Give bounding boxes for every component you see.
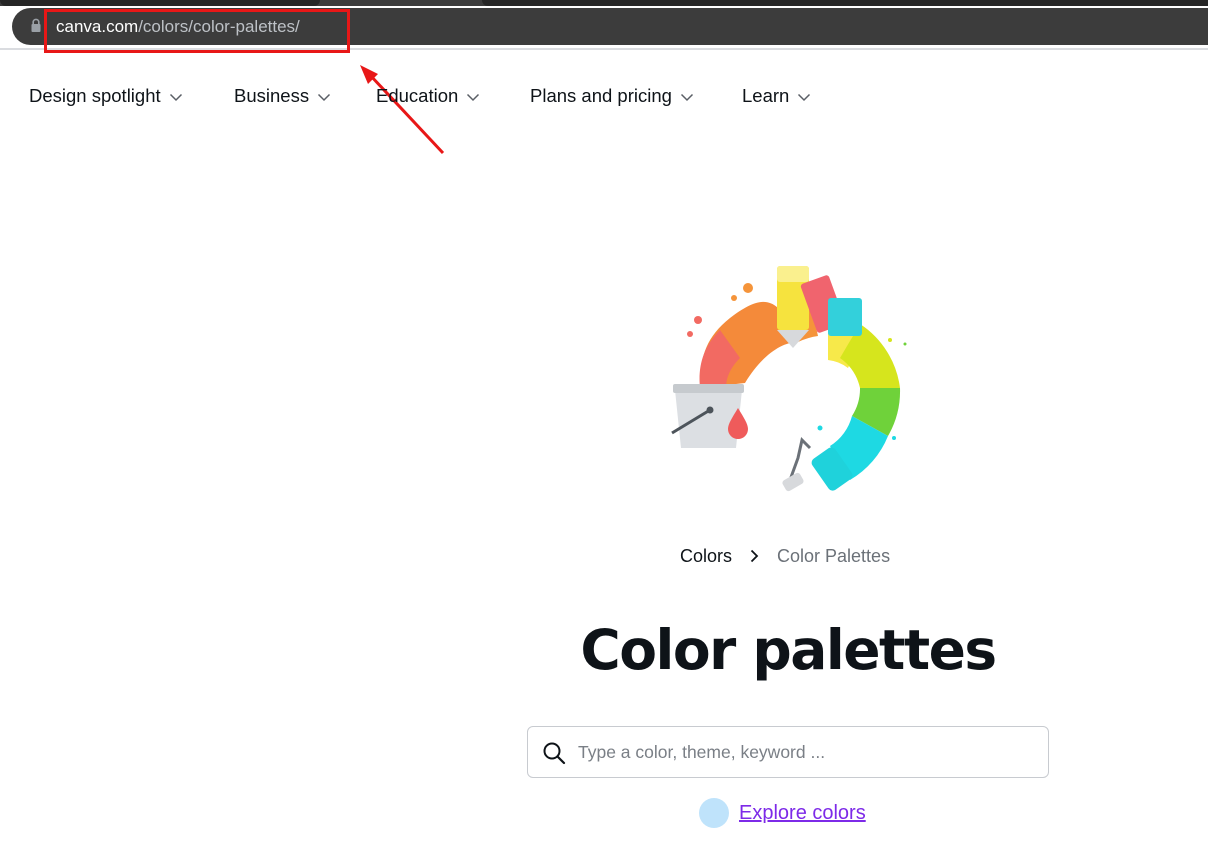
nav-item-business[interactable]: Business xyxy=(234,78,331,114)
breadcrumb-current: Color Palettes xyxy=(777,545,891,566)
highlight-box xyxy=(44,9,350,53)
color-dot-icon xyxy=(699,798,729,828)
breadcrumb: Colors Color Palettes xyxy=(680,543,890,569)
chevron-down-icon xyxy=(169,93,182,102)
nav-item-label: Plans and pricing xyxy=(530,85,672,106)
chevron-down-icon xyxy=(798,93,811,102)
breadcrumb-colors-link[interactable]: Colors xyxy=(680,546,732,567)
search-input[interactable] xyxy=(578,727,1038,777)
color-palette-illustration xyxy=(671,266,907,492)
chevron-right-icon xyxy=(750,549,759,563)
lock-icon xyxy=(31,18,41,32)
chevron-down-icon xyxy=(680,93,693,102)
nav-item-label: Learn xyxy=(742,85,790,106)
nav-item-label: Business xyxy=(234,85,310,106)
browser-tab[interactable] xyxy=(0,0,320,6)
nav-item-label: Design spotlight xyxy=(29,85,161,106)
page-title: Color palettes xyxy=(580,618,997,682)
main-nav: Design spotlight Business Education Plan… xyxy=(0,78,1208,114)
chevron-down-icon xyxy=(467,93,480,102)
search-icon xyxy=(543,742,566,765)
nav-item-design-spotlight[interactable]: Design spotlight xyxy=(29,78,183,114)
explore-colors-link[interactable]: Explore colors xyxy=(699,797,866,829)
search-box[interactable] xyxy=(527,726,1049,778)
explore-colors-label[interactable]: Explore colors xyxy=(739,802,866,825)
browser-tab[interactable] xyxy=(482,0,1208,6)
nav-item-learn[interactable]: Learn xyxy=(742,78,811,114)
nav-item-label: Education xyxy=(376,85,459,106)
nav-item-plans-and-pricing[interactable]: Plans and pricing xyxy=(530,78,694,114)
chevron-down-icon xyxy=(318,93,331,102)
nav-item-education[interactable]: Education xyxy=(376,78,480,114)
